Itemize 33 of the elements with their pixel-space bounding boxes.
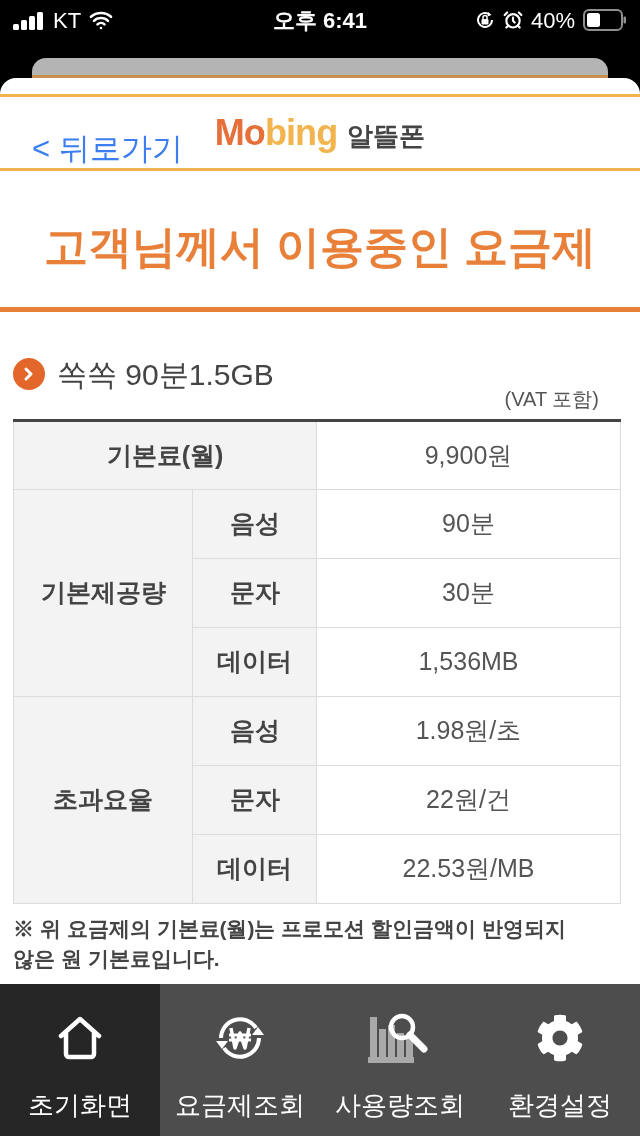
row-header-cell: 음성 xyxy=(192,489,317,559)
row-header-cell: 음성 xyxy=(192,696,317,766)
value-cell: 1,536MB xyxy=(316,627,621,697)
battery-icon xyxy=(583,9,627,31)
group-header-cell: 기본제공량 xyxy=(13,489,193,697)
plan-name: 쏙쏙 90분1.5GB xyxy=(57,356,274,393)
row-header-cell: 문자 xyxy=(192,765,317,835)
row-header-cell: 데이터 xyxy=(192,834,317,904)
tab-bar-item[interactable]: 초기화면 xyxy=(0,984,160,1136)
status-time: 오후 6:41 xyxy=(272,6,368,35)
row-header-cell: 기본료(월) xyxy=(13,420,317,490)
note-text: ※ 위 요금제의 기본료(월)는 프로모션 할인금액이 반영되지 않은 원 기본료입니다. xyxy=(13,916,567,972)
chevron-bullet-icon xyxy=(13,358,45,390)
value-cell: 90분 xyxy=(316,489,621,559)
group-header-cell: 초과요율 xyxy=(13,696,193,904)
value-cell: 30분 xyxy=(316,558,621,628)
value-cell: 1.98원/초 xyxy=(316,696,621,766)
battery-percent: 40% xyxy=(530,6,575,35)
back-link[interactable]: < 뒤로가기 xyxy=(32,133,215,168)
home-icon xyxy=(57,1015,103,1061)
value-cell: 22.53원/MB xyxy=(316,834,621,904)
alarm-icon xyxy=(502,10,523,30)
row-header-cell: 문자 xyxy=(192,558,317,628)
vat-note: (VAT 포함) xyxy=(504,387,599,411)
value-cell: 22원/건 xyxy=(316,765,621,835)
row-header-cell: 데이터 xyxy=(192,627,317,697)
settings-icon xyxy=(536,1014,584,1062)
signal-bars-icon xyxy=(13,10,45,30)
rotation-lock-icon xyxy=(474,10,495,30)
value-cell: 9,900원 xyxy=(316,420,621,490)
carrier-name: KT xyxy=(53,6,82,35)
page-title: 고객님께서 이용중인 요금제 xyxy=(43,221,597,273)
app-logo: Mobing 알뜰폰 xyxy=(214,115,426,151)
